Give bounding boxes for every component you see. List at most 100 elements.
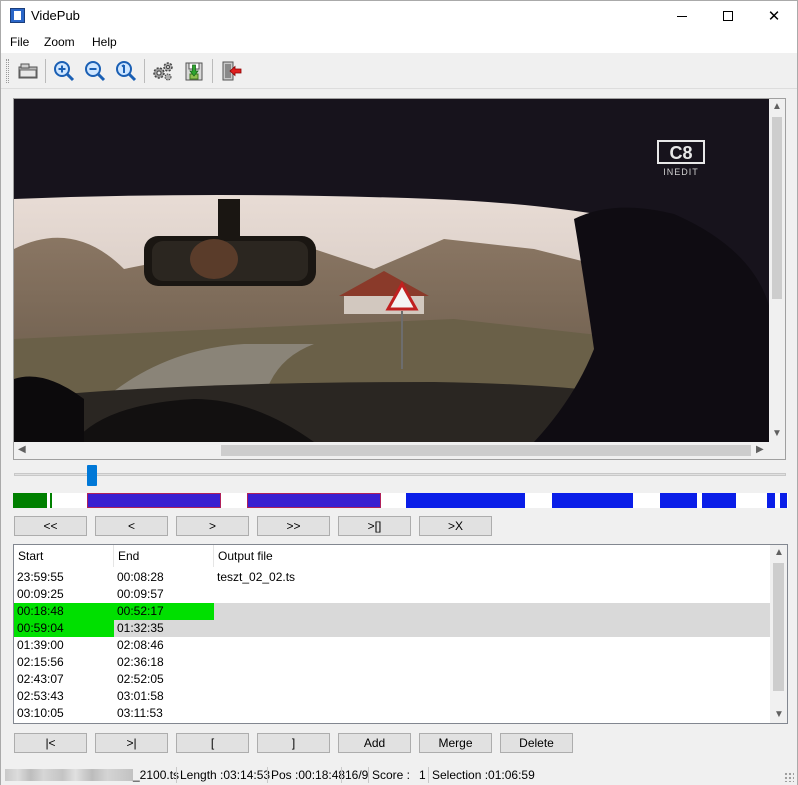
segment-list[interactable]: Start End Output file 23:59:55 00:08:28 te…	[13, 544, 788, 724]
close-button[interactable]: ✕	[751, 1, 797, 31]
maximize-icon	[723, 11, 733, 21]
zoom-out-icon	[85, 61, 106, 82]
exit-icon	[222, 61, 242, 81]
cell-output-file	[214, 620, 771, 637]
maximize-button[interactable]	[705, 1, 751, 31]
jump-start-button[interactable]: <<	[14, 516, 87, 536]
scroll-left-icon[interactable]: ◀	[18, 445, 26, 455]
minimize-button[interactable]	[659, 1, 705, 31]
toolbar-separator	[212, 59, 213, 83]
table-row[interactable]: 00:09:25 00:09:57	[14, 586, 771, 603]
table-row[interactable]: 03:10:05 03:11:53	[14, 705, 771, 722]
segment-block	[50, 493, 52, 508]
toolbar	[1, 53, 797, 89]
resize-grip-icon[interactable]	[784, 772, 794, 782]
toolbar-grip	[6, 59, 9, 83]
table-row[interactable]: 00:18:48 00:52:17	[14, 603, 771, 620]
segment-block	[702, 493, 736, 508]
jump-forward-button[interactable]: >>	[257, 516, 330, 536]
table-row[interactable]: 23:59:55 00:08:28 teszt_02_02.ts	[14, 569, 771, 586]
scroll-thumb[interactable]	[221, 445, 751, 456]
table-row[interactable]: 01:39:00 02:08:46	[14, 637, 771, 654]
toolbar-separator	[45, 59, 46, 83]
add-button[interactable]: Add	[338, 733, 411, 753]
segment-block	[406, 493, 525, 508]
status-separator	[341, 767, 342, 783]
segment-block	[87, 493, 221, 508]
scroll-up-icon[interactable]: ▲	[772, 102, 782, 112]
status-position: Pos :00:18:48	[271, 768, 346, 782]
cell-end: 02:52:05	[117, 672, 164, 686]
table-row[interactable]: 02:53:43 03:01:58	[14, 688, 771, 705]
app-window: VidePub ✕ File Zoom Help C8 INEDIT ▲ ▼ ◀…	[0, 0, 798, 785]
window-title: VidePub	[31, 8, 80, 23]
table-row[interactable]: 02:15:56 02:36:18	[14, 654, 771, 671]
menu-file[interactable]: File	[10, 35, 29, 49]
cell-output-file	[214, 586, 771, 603]
video-horizontal-scrollbar[interactable]: ◀ ▶	[14, 442, 770, 459]
position-slider-thumb[interactable]	[87, 465, 97, 486]
segment-block	[767, 493, 775, 508]
list-header: Start End Output file	[14, 545, 771, 567]
go-to-start-button[interactable]: |<	[14, 733, 87, 753]
minimize-icon	[677, 15, 687, 17]
cell-end: 02:36:18	[117, 655, 164, 669]
status-length: Length :03:14:53	[180, 768, 271, 782]
column-output-file[interactable]: Output file	[214, 545, 771, 567]
play-cut-button[interactable]: >X	[419, 516, 492, 536]
zoom-reset-button[interactable]	[113, 58, 139, 84]
app-icon	[10, 8, 25, 23]
cell-end: 00:09:57	[117, 587, 164, 601]
go-to-end-button[interactable]: >|	[95, 733, 168, 753]
status-score-label: Score :	[372, 768, 411, 782]
position-slider-track[interactable]	[14, 473, 786, 476]
settings-icon	[153, 62, 173, 81]
video-vertical-scrollbar[interactable]: ▲ ▼	[769, 99, 785, 442]
menu-zoom[interactable]: Zoom	[44, 35, 75, 49]
cell-end: 02:08:46	[117, 638, 164, 652]
settings-button[interactable]	[150, 58, 176, 84]
title-bar: VidePub ✕	[1, 1, 797, 31]
redacted-filename	[5, 769, 133, 781]
scroll-down-icon[interactable]: ▼	[772, 429, 782, 439]
scroll-right-icon[interactable]: ▶	[756, 445, 764, 455]
menu-help[interactable]: Help	[92, 35, 117, 49]
close-icon: ✕	[767, 8, 781, 25]
segment-block	[13, 493, 47, 508]
segment-block	[247, 493, 381, 508]
save-button[interactable]	[181, 58, 207, 84]
cell-start: 02:43:07	[17, 672, 64, 686]
zoom-in-button[interactable]	[51, 58, 77, 84]
cell-end: 03:01:58	[117, 689, 164, 703]
status-filename: _2100.ts	[133, 768, 180, 782]
scroll-up-icon[interactable]: ▲	[774, 548, 784, 558]
zoom-out-button[interactable]	[82, 58, 108, 84]
segment-timeline[interactable]	[13, 493, 788, 508]
merge-button[interactable]: Merge	[419, 733, 492, 753]
scroll-thumb[interactable]	[773, 563, 784, 691]
column-end[interactable]: End	[114, 545, 214, 567]
open-button[interactable]	[15, 58, 41, 84]
cell-output-file	[214, 688, 771, 705]
exit-button[interactable]	[218, 58, 244, 84]
video-frame-image: C8 INEDIT	[14, 99, 770, 442]
delete-button[interactable]: Delete	[500, 733, 573, 753]
step-back-button[interactable]: <	[95, 516, 168, 536]
list-vertical-scrollbar[interactable]: ▲ ▼	[770, 545, 787, 723]
cell-start: 02:15:56	[17, 655, 64, 669]
cell-start: 01:39:00	[17, 638, 64, 652]
mark-out-button[interactable]: ]	[257, 733, 330, 753]
cell-end: 00:52:17	[114, 603, 214, 620]
table-row[interactable]: 02:43:07 02:52:05	[14, 671, 771, 688]
channel-logo: C8	[669, 143, 692, 163]
table-row[interactable]: 00:59:04 01:32:35	[14, 620, 771, 637]
scroll-thumb[interactable]	[772, 117, 782, 299]
toolbar-separator	[144, 59, 145, 83]
status-separator	[176, 767, 177, 783]
step-forward-button[interactable]: >	[176, 516, 249, 536]
column-start[interactable]: Start	[14, 545, 114, 567]
scroll-down-icon[interactable]: ▼	[774, 710, 784, 720]
mark-in-button[interactable]: [	[176, 733, 249, 753]
play-segment-button[interactable]: >[]	[338, 516, 411, 536]
video-preview[interactable]: C8 INEDIT	[14, 99, 770, 442]
